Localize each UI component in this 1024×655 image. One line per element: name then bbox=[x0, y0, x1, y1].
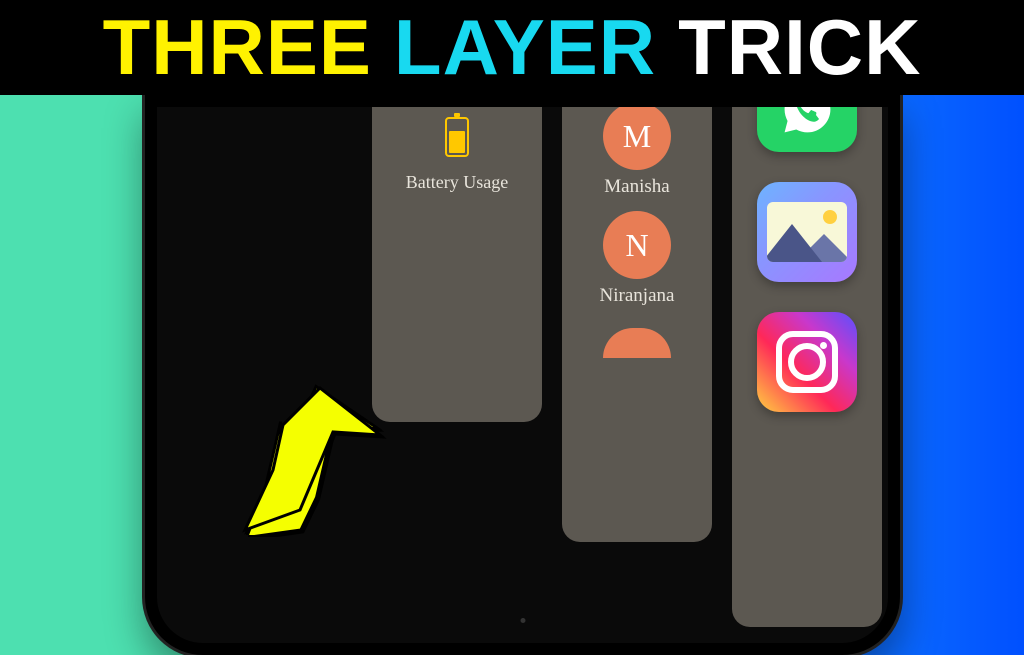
contact-name: Manisha bbox=[604, 176, 669, 198]
title-word-3: TRICK bbox=[678, 2, 921, 93]
contact-item[interactable]: M Manisha bbox=[603, 107, 671, 198]
pointer-arrow-icon bbox=[205, 370, 385, 540]
avatar: M bbox=[603, 107, 671, 170]
avatar: N bbox=[603, 211, 671, 279]
home-indicator-dot bbox=[520, 618, 525, 623]
avatar-partial bbox=[603, 328, 671, 358]
contact-item[interactable]: N Niranjana bbox=[600, 211, 675, 307]
whatsapp-icon[interactable] bbox=[757, 107, 857, 152]
layer-drawer-contacts[interactable]: M Manisha N Niranjana bbox=[562, 107, 712, 542]
title-word-2: LAYER bbox=[394, 2, 656, 93]
title-word-1: THREE bbox=[103, 2, 372, 93]
contact-name: Niranjana bbox=[600, 285, 675, 307]
gallery-icon[interactable] bbox=[757, 182, 857, 282]
battery-icon bbox=[445, 117, 469, 157]
layer-drawer-settings[interactable]: Battery Usage bbox=[372, 107, 542, 422]
battery-usage-label: Battery Usage bbox=[406, 172, 508, 193]
layer-drawer-apps[interactable] bbox=[732, 107, 882, 627]
title-bar: THREE LAYER TRICK bbox=[0, 0, 1024, 95]
instagram-icon[interactable] bbox=[757, 312, 857, 412]
